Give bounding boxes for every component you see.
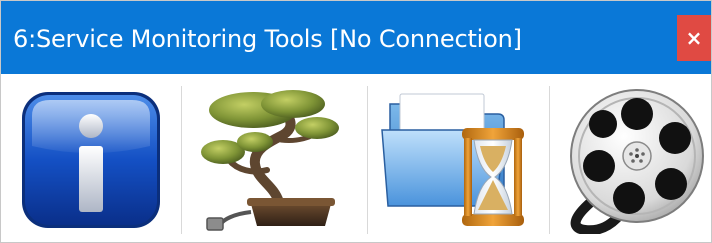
title-bar[interactable]: 6:Service Monitoring Tools [No Connectio… <box>1 1 711 74</box>
window-title: 6:Service Monitoring Tools [No Connectio… <box>13 25 522 53</box>
toolbar-separator <box>181 86 182 234</box>
service-monitoring-window: 6:Service Monitoring Tools [No Connectio… <box>0 0 712 243</box>
close-button[interactable]: × <box>677 15 711 61</box>
toolbar-separator <box>549 86 550 234</box>
folder-hourglass-icon <box>381 93 524 226</box>
film-reel-button[interactable] <box>553 80 707 238</box>
folder-hourglass-button[interactable] <box>375 80 541 238</box>
toolbar <box>1 74 711 242</box>
info-icon <box>22 92 160 228</box>
info-button[interactable] <box>15 80 167 238</box>
bonsai-button[interactable] <box>189 80 357 238</box>
toolbar-separator <box>367 86 368 234</box>
film-reel-icon <box>570 89 704 234</box>
bonsai-tree-icon <box>201 90 339 231</box>
